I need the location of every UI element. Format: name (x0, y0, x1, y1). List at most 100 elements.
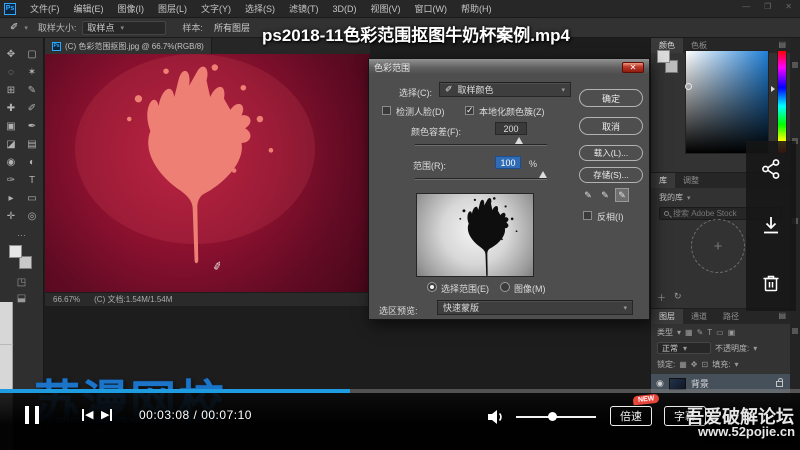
blur-tool[interactable]: ◉ (2, 154, 20, 170)
detect-faces-checkbox[interactable] (382, 106, 391, 115)
my-library-dropdown[interactable]: 我的库 (659, 192, 683, 203)
add-icon[interactable]: ＋ (657, 291, 666, 304)
path-selection-tool[interactable]: ▸ (2, 190, 20, 206)
tab-channels[interactable]: 通道 (683, 309, 715, 324)
trash-icon[interactable] (760, 272, 782, 294)
dodge-tool[interactable]: ◐ (23, 154, 41, 170)
menu-type[interactable]: 文字(Y) (195, 2, 237, 15)
sample-size-dropdown[interactable]: 取样点 ▾ (82, 20, 167, 35)
panel-icon[interactable] (792, 328, 798, 334)
gradient-tool[interactable]: ▤ (23, 136, 41, 152)
tab-adjustments[interactable]: 调整 (675, 173, 707, 188)
zoom-tool[interactable]: ◎ (23, 208, 41, 224)
dialog-close-icon[interactable]: ✕ (622, 61, 644, 73)
pen-tool[interactable]: ✑ (2, 172, 20, 188)
next-button[interactable]: ▶ (101, 408, 113, 422)
fill-label: 填充: (712, 359, 731, 369)
panel-foreground-swatch[interactable] (657, 50, 670, 63)
eyedropper-tool[interactable]: ✎ (23, 82, 41, 98)
menu-3d[interactable]: 3D(D) (327, 4, 363, 14)
healing-brush-tool[interactable]: ✚ (2, 100, 20, 116)
dialog-titlebar[interactable]: 色彩范围 ✕ (369, 59, 649, 75)
hand-tool[interactable]: ✛ (2, 208, 20, 224)
save-button[interactable]: 存储(S)... (579, 167, 643, 183)
move-tool[interactable]: ✥ (2, 46, 20, 62)
document-tab[interactable]: Ps (C) 色彩范围抠图.jpg @ 66.7%(RGB/8) (45, 38, 212, 54)
range-slider[interactable] (415, 171, 547, 180)
fuzziness-value[interactable]: 200 (495, 122, 527, 135)
quick-mask-button[interactable]: ◳ (0, 277, 43, 288)
tab-layers[interactable]: 图层 (651, 309, 683, 324)
menu-window[interactable]: 窗口(W) (409, 2, 454, 15)
tab-paths[interactable]: 路径 (715, 309, 747, 324)
visibility-eye-icon[interactable]: ◉ (656, 378, 664, 389)
filter-adjustment-icon[interactable]: ✎ (697, 328, 704, 337)
eyedropper-subtract-icon[interactable]: ✎ (615, 188, 629, 202)
panel-icon[interactable] (792, 62, 798, 68)
menu-layer[interactable]: 图层(L) (152, 2, 193, 15)
menu-edit[interactable]: 编辑(E) (68, 2, 110, 15)
selection-radio[interactable] (427, 282, 437, 292)
tab-libraries[interactable]: 库 (651, 173, 675, 188)
eyedropper-add-icon[interactable]: ✎ (598, 188, 612, 202)
invert-checkbox[interactable] (583, 211, 592, 220)
crop-tool[interactable]: ⊞ (2, 82, 20, 98)
lock-all-icon[interactable]: ⊡ (702, 360, 709, 369)
color-swatches[interactable] (7, 244, 37, 272)
toolbar-ellipsis[interactable]: … (0, 228, 43, 238)
sync-icon[interactable]: ↻ (674, 291, 682, 304)
lock-position-icon[interactable]: ✥ (691, 360, 698, 369)
canvas-image[interactable]: ✐ (45, 54, 370, 292)
menu-file[interactable]: 文件(F) (24, 2, 66, 15)
color-marker[interactable] (685, 83, 692, 90)
lasso-tool[interactable]: ◌ (2, 64, 20, 80)
zoom-level[interactable]: 66.67% (53, 295, 80, 304)
saturation-box[interactable] (685, 50, 769, 154)
select-dropdown[interactable]: ✐ 取样颜色 ▾ (439, 82, 571, 97)
marquee-tool[interactable]: ▢ (23, 46, 41, 62)
range-value[interactable]: 100 (495, 156, 521, 169)
speed-button[interactable]: 倍速 (610, 406, 652, 426)
history-brush-tool[interactable]: ✒ (23, 118, 41, 134)
fuzziness-slider[interactable] (415, 137, 547, 146)
blend-mode-dropdown[interactable]: 正常 ▾ (657, 342, 711, 354)
share-icon[interactable] (760, 158, 782, 180)
menu-image[interactable]: 图像(I) (112, 2, 151, 15)
previous-button[interactable]: ◀ (82, 408, 93, 422)
clone-stamp-tool[interactable]: ▣ (2, 118, 20, 134)
chevron-down-icon: ▾ (120, 24, 124, 32)
selection-preview-dropdown[interactable]: 快速蒙版 ▾ (437, 300, 633, 315)
menu-help[interactable]: 帮助(H) (455, 2, 498, 15)
brush-tool[interactable]: ✐ (23, 100, 41, 116)
fuzziness-slider-handle[interactable] (515, 137, 523, 144)
menu-select[interactable]: 选择(S) (239, 2, 281, 15)
filter-smartobject-icon[interactable]: ▣ (728, 328, 736, 337)
volume-icon[interactable] (486, 407, 506, 427)
menu-filter[interactable]: 滤镜(T) (283, 2, 325, 15)
menu-view[interactable]: 视图(V) (365, 2, 407, 15)
ok-button[interactable]: 确定 (579, 89, 643, 107)
filter-pixel-icon[interactable]: ▦ (685, 328, 693, 337)
load-button[interactable]: 载入(L)... (579, 145, 643, 161)
library-add-target[interactable]: + (691, 219, 745, 273)
eraser-tool[interactable]: ◪ (2, 136, 20, 152)
hue-slider[interactable] (777, 50, 787, 154)
pause-button[interactable] (25, 406, 39, 424)
filter-shape-icon[interactable]: ▭ (716, 328, 724, 337)
range-slider-handle[interactable] (539, 171, 547, 178)
hue-marker[interactable] (771, 86, 775, 92)
layer-thumbnail[interactable] (668, 377, 686, 390)
lock-transparent-icon[interactable]: ▦ (679, 360, 687, 369)
eyedropper-sample-icon[interactable]: ✎ (581, 188, 595, 202)
foreground-color-swatch[interactable] (8, 245, 22, 258)
volume-slider-handle[interactable] (548, 412, 557, 421)
filter-type-icon[interactable]: T (707, 328, 712, 337)
magic-wand-tool[interactable]: ✶ (23, 64, 41, 80)
type-tool[interactable]: T (23, 172, 41, 188)
shape-tool[interactable]: ▭ (23, 190, 41, 206)
localized-clusters-checkbox[interactable] (465, 105, 474, 116)
panel-menu-icon[interactable]: ▤ (774, 309, 790, 324)
cancel-button[interactable]: 取消 (579, 117, 643, 135)
download-icon[interactable] (760, 215, 782, 237)
image-radio[interactable] (500, 282, 510, 292)
